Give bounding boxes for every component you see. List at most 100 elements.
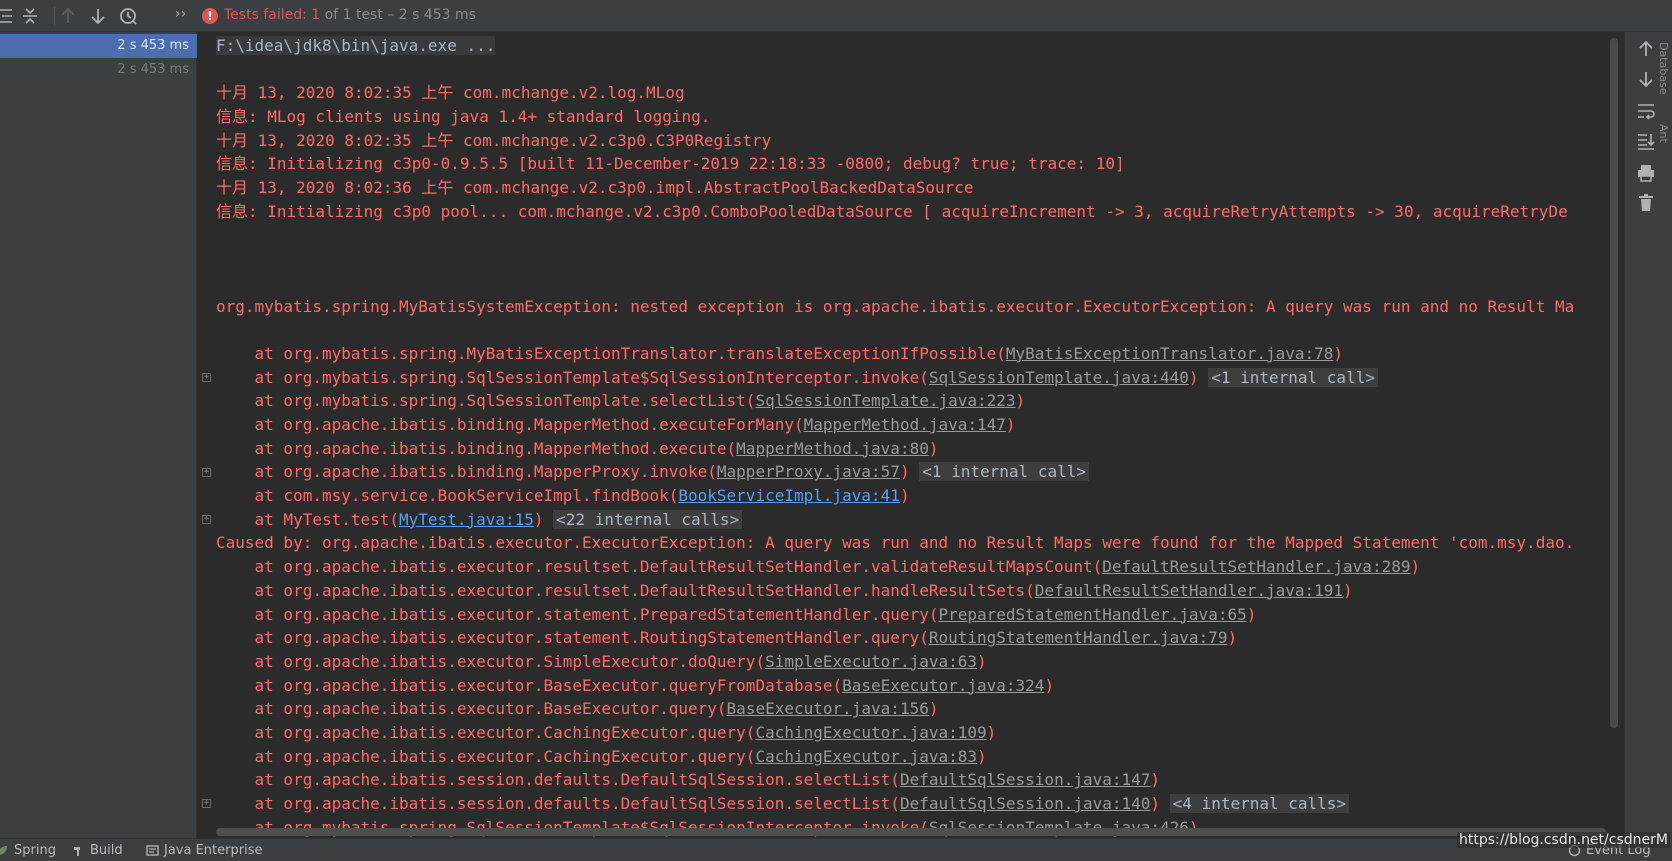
stacktrace-source-link[interactable]: SimpleExecutor.java:63: [765, 652, 977, 671]
internal-calls-fold[interactable]: <22 internal calls>: [553, 509, 743, 529]
stacktrace-source-link[interactable]: BaseExecutor.java:156: [727, 699, 929, 718]
stacktrace-source-link[interactable]: MapperMethod.java:80: [736, 439, 929, 458]
console-text: at org.apache.ibatis.executor.resultset.…: [216, 580, 1035, 600]
stacktrace-source-link[interactable]: MapperMethod.java:147: [804, 415, 1006, 434]
stacktrace-source-link[interactable]: MyBatisExceptionTranslator.java:78: [1006, 344, 1334, 363]
previous-failed-icon[interactable]: [56, 4, 80, 28]
stacktrace-source-link[interactable]: MapperProxy.java:57: [717, 462, 900, 481]
database-tool-tab[interactable]: Database: [1657, 42, 1670, 95]
internal-calls-fold[interactable]: <4 internal calls>: [1169, 794, 1350, 813]
console-text: ): [1044, 675, 1055, 695]
hammer-icon: [72, 844, 85, 857]
console-line: at org.mybatis.spring.MyBatisExceptionTr…: [216, 342, 1620, 366]
build-tab[interactable]: Build: [72, 843, 123, 858]
test-duration: 2 s 453 ms: [117, 62, 189, 77]
console-text: at org.mybatis.spring.MyBatisExceptionTr…: [216, 343, 1006, 363]
console-line: at org.apache.ibatis.executor.SimpleExec…: [216, 650, 1620, 674]
fold-expand-icon[interactable]: +: [202, 515, 211, 524]
console-text: ): [1150, 794, 1161, 813]
console-line: at org.apache.ibatis.executor.BaseExecut…: [216, 674, 1620, 698]
console-text: at org.apache.ibatis.executor.CachingExe…: [216, 722, 756, 742]
horizontal-scrollbar[interactable]: [216, 828, 1606, 836]
stacktrace-source-link[interactable]: RoutingStatementHandler.java:79: [929, 628, 1228, 647]
console-text: at MyTest.test(: [216, 509, 400, 529]
status-label: Tests failed:: [224, 7, 307, 23]
stacktrace-source-link[interactable]: DefaultResultSetHandler.java:191: [1035, 581, 1343, 600]
stacktrace-source-link[interactable]: BookServiceImpl.java:41: [678, 486, 900, 505]
more-actions-icon[interactable]: ››: [175, 6, 186, 22]
console-line: at org.mybatis.spring.SqlSessionTemplate…: [216, 366, 1620, 390]
stacktrace-source-link[interactable]: DefaultResultSetHandler.java:289: [1102, 557, 1410, 576]
console-text: at org.apache.ibatis.executor.BaseExecut…: [216, 675, 843, 695]
test-tree: 2 s 453 ms 2 s 453 ms: [0, 32, 197, 838]
console-text: at org.apache.ibatis.executor.resultset.…: [216, 557, 1103, 577]
watermark: https://blog.csdn.net/csdnerM: [1457, 832, 1670, 848]
console-text: ): [1227, 628, 1238, 648]
next-failed-icon[interactable]: [86, 4, 110, 28]
console-text: org.mybatis.spring.MyBatisSystemExceptio…: [216, 296, 1575, 316]
test-duration: 2 s 453 ms: [117, 38, 189, 53]
stacktrace-source-link[interactable]: CachingExecutor.java:83: [755, 747, 977, 766]
stacktrace-source-link[interactable]: DefaultSqlSession.java:147: [900, 770, 1150, 789]
console-text: 信息: Initializing c3p0-0.9.5.5 [built 11-…: [216, 154, 1125, 174]
internal-calls-fold[interactable]: <1 internal call>: [919, 462, 1089, 482]
console-line: 十月 13, 2020 8:02:36 上午 com.mchange.v2.c3…: [216, 176, 1620, 200]
test-tree-row-test[interactable]: 2 s 453 ms: [0, 58, 197, 82]
scroll-up-icon[interactable]: [1635, 38, 1657, 60]
failed-count: 1: [311, 7, 321, 23]
console-text: ): [1005, 415, 1016, 434]
stacktrace-source-link[interactable]: DefaultSqlSession.java:140: [900, 794, 1150, 813]
console-text: 信息: Initializing c3p0 pool... com.mchang…: [216, 201, 1568, 221]
expand-all-icon[interactable]: [0, 4, 18, 28]
console-text: at org.apache.ibatis.session.defaults.De…: [216, 794, 900, 813]
stacktrace-source-link[interactable]: SqlSessionTemplate.java:440: [929, 368, 1189, 387]
console-text: ): [1015, 391, 1026, 411]
console-line: at org.apache.ibatis.executor.BaseExecut…: [216, 697, 1620, 721]
spring-tab[interactable]: Spring: [0, 843, 56, 858]
soft-wrap-icon[interactable]: [1635, 100, 1657, 122]
console-output[interactable]: + + + + F:\idea\jdk8\bin\java.exe ... 十月 13,…: [198, 32, 1620, 838]
print-icon[interactable]: [1635, 162, 1657, 184]
console-text: at org.apache.ibatis.binding.MapperMetho…: [216, 415, 804, 434]
stacktrace-source-link[interactable]: BaseExecutor.java:324: [842, 676, 1044, 695]
stacktrace-source-link[interactable]: PreparedStatementHandler.java:65: [938, 605, 1246, 624]
stacktrace-source-link[interactable]: CachingExecutor.java:109: [755, 723, 986, 742]
scroll-down-icon[interactable]: [1635, 68, 1657, 90]
clear-all-icon[interactable]: [1635, 192, 1657, 214]
stacktrace-source-link[interactable]: MyTest.java:15: [399, 510, 534, 529]
console-text: ): [1343, 580, 1353, 600]
fold-expand-icon[interactable]: +: [202, 372, 211, 382]
console-text: at org.apache.ibatis.executor.statement.…: [216, 604, 939, 624]
history-icon[interactable]: [117, 4, 141, 28]
console-line: at org.apache.ibatis.session.defaults.De…: [216, 792, 1620, 816]
test-tree-row-root[interactable]: 2 s 453 ms: [0, 34, 197, 58]
fold-expand-icon[interactable]: +: [202, 467, 211, 477]
scroll-to-end-icon[interactable]: [1635, 130, 1657, 152]
console-text: ): [1150, 770, 1161, 790]
java-enterprise-tab[interactable]: Java Enterprise: [146, 843, 262, 858]
console-text: 十月 13, 2020 8:02:36 上午 com.mchange.v2.c3…: [216, 178, 974, 198]
console-text: ): [928, 699, 939, 719]
stacktrace-source-link[interactable]: SqlSessionTemplate.java:223: [755, 391, 1015, 410]
internal-calls-fold[interactable]: <1 internal call>: [1208, 367, 1378, 387]
console-line: at org.apache.ibatis.binding.MapperProxy…: [216, 460, 1620, 484]
collapse-all-icon[interactable]: [18, 4, 42, 28]
console-text: ): [1410, 557, 1421, 577]
vertical-scrollbar[interactable]: [1610, 38, 1618, 728]
console-line: at com.msy.service.BookServiceImpl.findB…: [216, 484, 1620, 508]
java-enterprise-icon: [146, 844, 159, 857]
spring-icon: [0, 844, 9, 857]
test-status: Tests failed: 1 of 1 test – 2 s 453 ms: [224, 7, 476, 23]
console-line: at org.apache.ibatis.executor.resultset.…: [216, 555, 1620, 579]
console-text: at org.apache.ibatis.executor.CachingExe…: [216, 746, 756, 766]
console-text: at com.msy.service.BookServiceImpl.findB…: [216, 486, 679, 506]
fold-expand-icon[interactable]: +: [202, 799, 211, 809]
spring-tab-label: Spring: [14, 843, 56, 858]
ant-tool-tab[interactable]: Ant: [1657, 124, 1670, 143]
